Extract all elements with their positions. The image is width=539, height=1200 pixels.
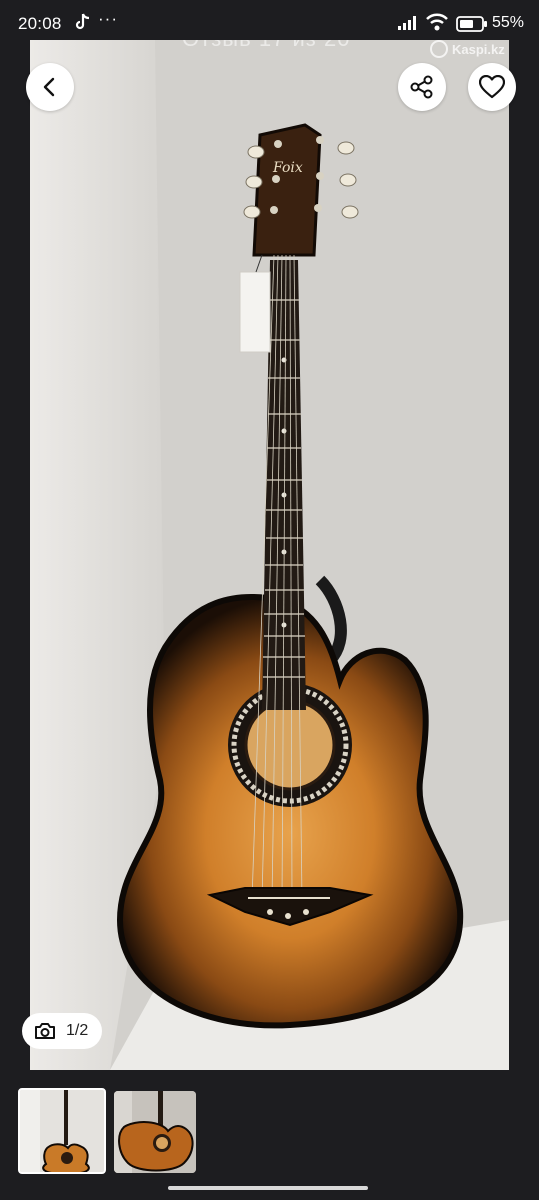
status-time: 20:08 (18, 14, 62, 33)
guitar-image: Foix (30, 40, 509, 1070)
share-button[interactable] (398, 63, 446, 111)
thumbnail-1-image (20, 1090, 104, 1172)
thumbnail-2[interactable] (114, 1091, 196, 1173)
share-icon (410, 75, 433, 99)
favorite-button[interactable] (468, 63, 516, 111)
battery-percent: 55% (492, 14, 525, 31)
battery-icon (456, 16, 488, 37)
thumbnail-1[interactable] (18, 1088, 106, 1174)
kaspi-watermark: Kaspi.kz (430, 40, 505, 58)
watermark-text: Kaspi.kz (452, 41, 505, 57)
wifi-icon (425, 13, 449, 36)
tiktok-icon (75, 13, 91, 36)
headstock-brand: Foix (272, 160, 303, 176)
blurred-caption: Отзыв 17 из 20 (182, 40, 350, 52)
status-bar: 20:08 ··· 55% (0, 0, 539, 44)
product-photo[interactable]: Foix Kaspi.kz (30, 40, 509, 1070)
back-arrow-icon (43, 77, 55, 97)
kaspi-logo-icon (430, 40, 448, 58)
back-button[interactable] (26, 63, 74, 111)
thumbnail-2-image (114, 1091, 196, 1173)
photo-counter: 1/2 (22, 1013, 102, 1049)
thumbnail-strip (0, 1076, 539, 1186)
camera-icon (35, 1023, 55, 1039)
heart-icon (479, 75, 505, 99)
product-gallery-screen: 20:08 ··· 55% Foix Kaspi.kz 1/2 (0, 0, 539, 1200)
notification-more: ··· (98, 9, 118, 28)
photo-counter-text: 1/2 (66, 1022, 89, 1039)
signal-icon (398, 15, 420, 35)
home-indicator[interactable] (168, 1186, 368, 1190)
